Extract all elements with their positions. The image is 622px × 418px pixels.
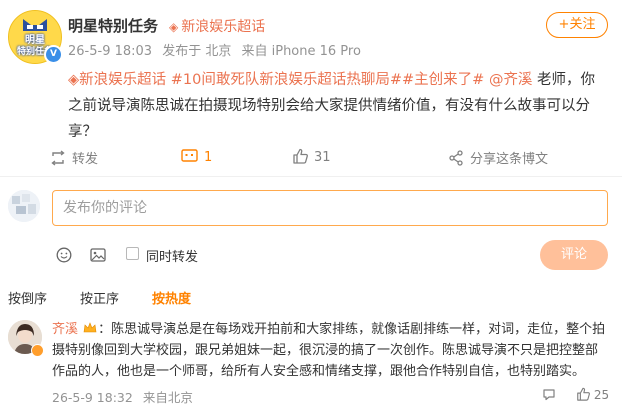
comment-reply-button[interactable] <box>542 387 556 404</box>
sort-tab-newest[interactable]: 按倒序 <box>8 288 47 307</box>
image-icon <box>90 248 106 262</box>
weibo-post-page: 明星 特别任务 V 明星特别任务 ◈ 新浪娱乐超话 26-5-9 18:03 发布… <box>0 0 622 418</box>
super-topic-link[interactable]: ◈ 新浪娱乐超话 <box>169 16 265 36</box>
share-label: 分享这条博文 <box>470 152 549 167</box>
post-body: ◈新浪娱乐超话 #10间敢死队新浪娱乐超话热聊局##主创来了# @齐溪 老师，你… <box>68 67 608 145</box>
comment-meta: 26-5-9 18:32 来自北京 <box>52 387 193 406</box>
commenter-username[interactable]: 齐溪 <box>52 322 78 337</box>
super-topic-diamond-icon: ◈ <box>68 72 80 88</box>
like-icon <box>293 148 308 164</box>
verified-badge-icon: V <box>44 45 63 64</box>
also-repost-checkbox[interactable] <box>126 247 139 260</box>
body-topic-chip[interactable]: ◈新浪娱乐超话 <box>68 72 166 88</box>
post-location: 发布于 北京 <box>162 44 232 59</box>
current-user-avatar[interactable] <box>8 190 40 222</box>
like-count: 31 <box>314 150 331 165</box>
post-device: 来自 iPhone 16 Pro <box>241 44 361 59</box>
emoji-icon <box>56 247 72 263</box>
post-meta: 26-5-9 18:03 发布于 北京 来自 iPhone 16 Pro <box>68 40 361 59</box>
comment-button[interactable]: 1 <box>181 148 212 165</box>
section-divider <box>0 176 622 177</box>
share-icon <box>449 150 463 166</box>
share-button[interactable]: 分享这条博文 <box>448 148 548 167</box>
comment-count: 1 <box>204 150 213 165</box>
super-topic-label: 新浪娱乐超话 <box>181 19 266 35</box>
comment-location: 来自北京 <box>142 390 193 405</box>
like-icon <box>577 387 590 401</box>
hashtag-link-2[interactable]: #主创来了# <box>402 72 484 88</box>
blurred-avatar-art <box>8 190 40 222</box>
also-repost-label: 同时转发 <box>146 250 199 265</box>
gold-vip-badge-icon <box>31 344 44 357</box>
mention-link[interactable]: @齐溪 <box>489 72 533 88</box>
repost-label: 转发 <box>72 152 99 167</box>
repost-button[interactable]: 转发 <box>50 148 98 167</box>
poster-username[interactable]: 明星特别任务 <box>68 15 158 36</box>
comment-input[interactable] <box>52 190 608 226</box>
vip-crown-icon <box>83 320 97 333</box>
post-actions-bar: 转发 1 31 分享这条博文 <box>0 146 622 170</box>
submit-comment-button[interactable]: 评论 <box>540 240 608 270</box>
comment-like-button[interactable]: 25 <box>576 387 609 402</box>
sort-tab-oldest[interactable]: 按正序 <box>80 288 119 307</box>
comment-body: 齐溪 ：陈思诚导演总是在每场戏开拍前和大家排练，就像话剧排练一样，对词，走位，整… <box>52 319 608 382</box>
comment-time: 26-5-9 18:32 <box>52 390 133 405</box>
reply-icon <box>543 389 555 401</box>
repost-icon <box>51 150 65 166</box>
follow-button[interactable]: +关注 <box>546 12 608 38</box>
hashtag-link[interactable]: #10间敢死队新浪娱乐超话热聊局# <box>171 72 402 88</box>
comment-icon <box>181 149 198 162</box>
comment-text: ：陈思诚导演总是在每场戏开拍前和大家排练，就像话剧排练一样，对词，走位，整个拍摄… <box>52 322 606 379</box>
post-time[interactable]: 26-5-9 18:03 <box>68 44 152 59</box>
comment-like-count: 25 <box>593 388 610 402</box>
super-topic-diamond-icon: ◈ <box>169 20 179 34</box>
image-upload-button[interactable] <box>90 247 106 267</box>
sort-tab-hottest[interactable]: 按热度 <box>152 288 191 307</box>
body-topic-chip-label: 新浪娱乐超话 <box>79 72 167 88</box>
emoji-button[interactable] <box>56 247 72 267</box>
like-button[interactable]: 31 <box>292 148 331 165</box>
